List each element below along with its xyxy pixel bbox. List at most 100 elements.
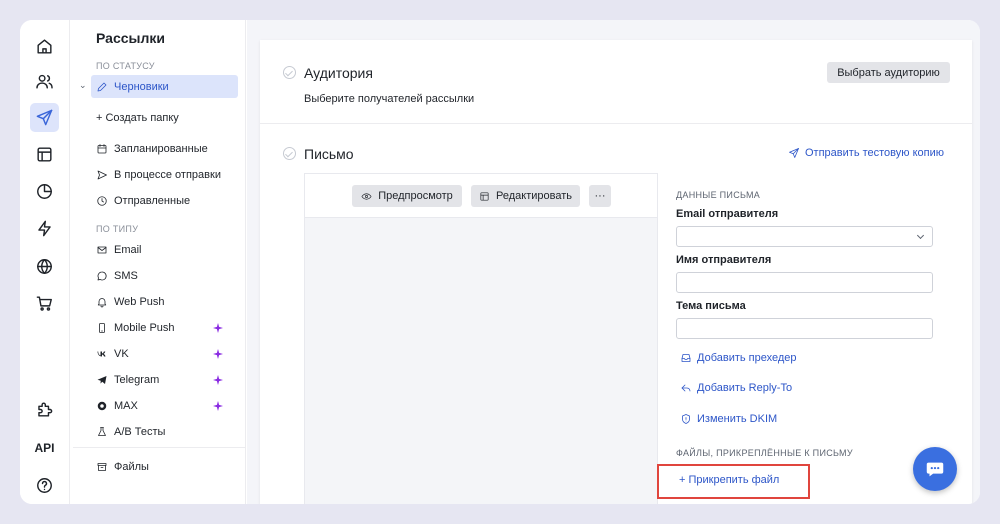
- edit-button[interactable]: Редактировать: [471, 185, 580, 207]
- users-icon[interactable]: [30, 67, 59, 96]
- preview-toolbar: Предпросмотр Редактировать ···: [305, 174, 657, 218]
- letter-title: Письмо: [304, 146, 354, 162]
- sidebar-item-label: Telegram: [114, 373, 160, 386]
- letter-data-section-label: ДАННЫЕ ПИСЬМА: [676, 190, 761, 200]
- add-reply-to-label: Добавить Reply-To: [697, 382, 793, 394]
- sidebar-item-label: Черновики: [114, 80, 169, 93]
- lightning-icon[interactable]: [30, 214, 59, 243]
- sidebar-title: Рассылки: [96, 30, 165, 46]
- shield-icon: [682, 414, 690, 424]
- attach-file-button[interactable]: + Прикрепить файл: [679, 474, 779, 486]
- sidebar-item-label: Email: [114, 243, 142, 256]
- sidebar-item-sent[interactable]: Отправленные: [91, 189, 238, 212]
- inbox-icon: [681, 354, 691, 362]
- preview-button-label: Предпросмотр: [378, 190, 453, 202]
- select-audience-button[interactable]: Выбрать аудиторию: [827, 62, 950, 83]
- pie-chart-icon[interactable]: [30, 177, 59, 206]
- help-icon[interactable]: [30, 471, 59, 500]
- chevron-down-icon[interactable]: ⌄: [79, 80, 87, 91]
- sidebar-item-vk[interactable]: VK: [91, 342, 238, 365]
- calendar-icon: [97, 143, 107, 153]
- sidebar-item-drafts[interactable]: Черновики: [91, 75, 238, 98]
- max-icon: [97, 401, 107, 410]
- sidebar-item-telegram[interactable]: Telegram: [91, 368, 238, 391]
- archive-icon: [97, 462, 107, 471]
- sidebar-item-label: Отправленные: [114, 194, 191, 207]
- puzzle-icon[interactable]: [30, 395, 59, 424]
- edit-button-label: Редактировать: [496, 190, 572, 202]
- send-icon[interactable]: [30, 103, 59, 132]
- type-section-label: ПО ТИПУ: [96, 224, 139, 234]
- attached-files-section-label: ФАЙЛЫ, ПРИКРЕПЛЁННЫЕ К ПИСЬМУ: [676, 448, 853, 458]
- sidebar-item-label: Запланированные: [114, 142, 208, 155]
- change-dkim-link[interactable]: Изменить DKIM: [680, 413, 777, 425]
- subject-input[interactable]: [676, 318, 933, 339]
- sparkle-icon: [213, 349, 223, 359]
- sidebar-item-label: VK: [114, 347, 129, 360]
- campaign-card: Аудитория Выберите получателей рассылки …: [260, 40, 972, 504]
- sidebar-item-max[interactable]: MAX: [91, 394, 238, 417]
- sidebar-item-label: Файлы: [114, 460, 149, 473]
- change-dkim-label: Изменить DKIM: [697, 413, 778, 425]
- sparkle-icon: [213, 401, 223, 411]
- create-folder-button[interactable]: + Создать папку: [91, 106, 238, 129]
- check-circle-icon: [283, 66, 296, 79]
- subject-label: Тема письма: [676, 300, 746, 312]
- sender-name-label: Имя отправителя: [676, 254, 772, 266]
- mail-icon: [97, 246, 107, 253]
- check-circle-icon: [283, 147, 296, 160]
- sidebar-item-label: Mobile Push: [114, 321, 175, 334]
- chat-icon: [926, 462, 944, 477]
- sidebar-item-label: MAX: [114, 399, 138, 412]
- sparkle-icon: [213, 323, 223, 333]
- eye-icon: [361, 192, 372, 200]
- sender-name-input[interactable]: [676, 272, 933, 293]
- cart-icon[interactable]: [30, 289, 59, 318]
- audience-title: Аудитория: [304, 65, 373, 81]
- sidebar-item-web-push[interactable]: Web Push: [91, 290, 238, 313]
- chat-support-button[interactable]: [913, 447, 957, 491]
- app-window: API Рассылки ПО СТАТУСУ ⌄ Черновики + Со…: [20, 20, 980, 504]
- vk-icon: [97, 351, 106, 356]
- audience-subtitle: Выберите получателей рассылки: [304, 93, 475, 105]
- sidebar-item-label: Web Push: [114, 295, 165, 308]
- chat-bubble-icon: [97, 271, 107, 280]
- globe-icon[interactable]: [30, 252, 59, 281]
- sidebar-item-label: В процессе отправки: [114, 168, 221, 181]
- sparkle-icon: [213, 375, 223, 385]
- reply-icon: [681, 384, 691, 392]
- send-test-copy-label: Отправить тестовую копию: [805, 147, 944, 159]
- sidebar-item-sms[interactable]: SMS: [91, 264, 238, 287]
- bell-icon: [97, 297, 107, 307]
- sidebar-item-scheduled[interactable]: Запланированные: [91, 137, 238, 160]
- home-icon[interactable]: [30, 32, 59, 61]
- api-link[interactable]: API: [30, 438, 59, 458]
- add-preheader-link[interactable]: Добавить прехедер: [680, 352, 797, 364]
- send-test-copy-link[interactable]: Отправить тестовую копию: [788, 147, 944, 159]
- sidebar-item-label: A/B Тесты: [114, 425, 166, 438]
- sender-email-select[interactable]: [676, 226, 933, 247]
- send-outline-icon: [97, 170, 107, 179]
- sidebar-item-files[interactable]: Файлы: [91, 455, 238, 478]
- layout-icon[interactable]: [30, 140, 59, 169]
- preview-button[interactable]: Предпросмотр: [352, 185, 462, 207]
- send-icon: [789, 148, 799, 158]
- icon-rail: API: [20, 20, 70, 504]
- add-reply-to-link[interactable]: Добавить Reply-To: [680, 382, 792, 394]
- preview-canvas: [305, 218, 657, 504]
- clock-icon: [97, 195, 107, 206]
- status-section-label: ПО СТАТУСУ: [96, 61, 155, 71]
- sidebar-item-email[interactable]: Email: [91, 238, 238, 261]
- sender-email-label: Email отправителя: [676, 208, 779, 220]
- sidebar-item-label: SMS: [114, 269, 138, 282]
- pencil-icon: [97, 82, 107, 91]
- sidebar-item-sending[interactable]: В процессе отправки: [91, 163, 238, 186]
- flask-icon: [98, 426, 106, 436]
- create-folder-label: + Создать папку: [96, 111, 179, 124]
- sidebar-item-mobile-push[interactable]: Mobile Push: [91, 316, 238, 339]
- phone-icon: [99, 322, 105, 333]
- add-preheader-label: Добавить прехедер: [697, 352, 797, 364]
- sidebar-item-ab-tests[interactable]: A/B Тесты: [91, 420, 238, 443]
- more-options-button[interactable]: ···: [589, 185, 611, 207]
- sidebar: Рассылки ПО СТАТУСУ ⌄ Черновики + Создат…: [73, 20, 246, 504]
